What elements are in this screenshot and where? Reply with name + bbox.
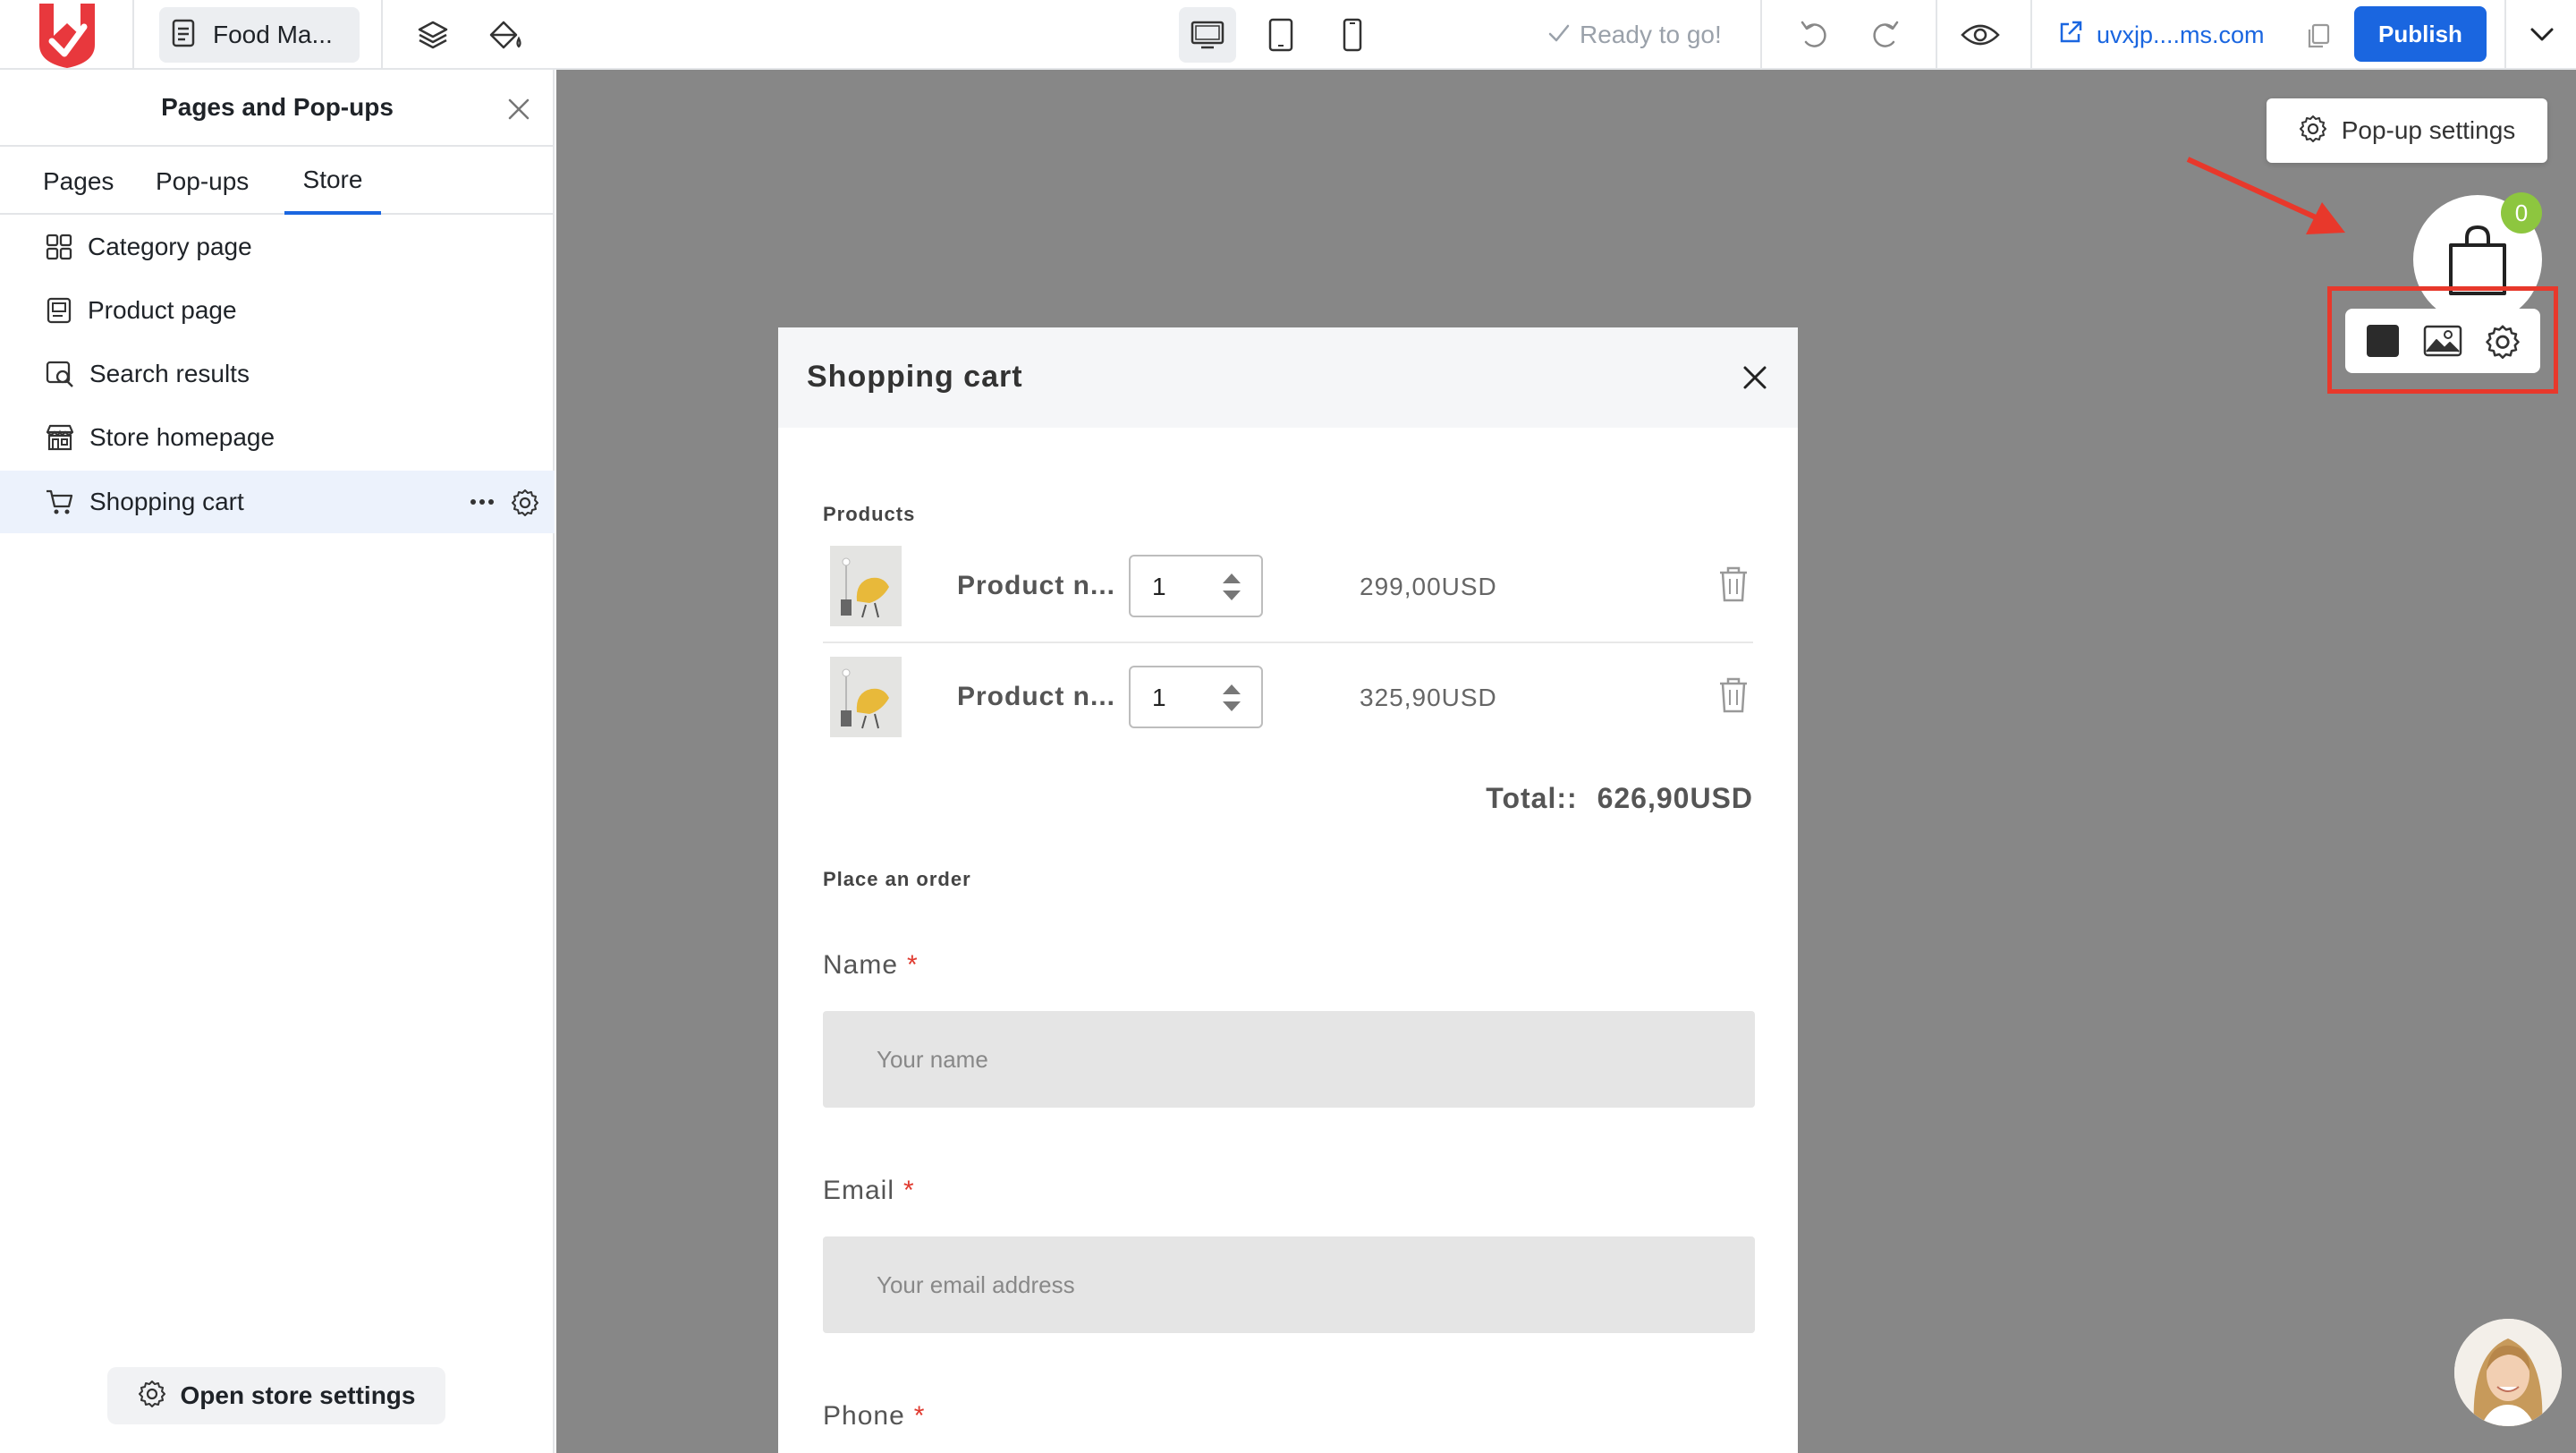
trash-icon[interactable] (1717, 565, 1750, 603)
pages-sidebar: Pages and Pop-ups Pages Pop-ups Store Ca… (0, 70, 555, 1453)
products-label: Products (823, 503, 916, 525)
sidebar-item-label: Store homepage (89, 423, 275, 451)
phone-label: Phone * (823, 1401, 926, 1431)
layers-icon[interactable] (413, 15, 453, 55)
product-price: 299,00USD (1360, 573, 1497, 600)
product-page-icon (47, 297, 72, 324)
quantity-stepper[interactable]: 1 (1129, 666, 1263, 728)
quantity-value: 1 (1152, 573, 1166, 600)
more-options-icon[interactable] (465, 485, 499, 519)
sidebar-item-store-homepage[interactable]: Store homepage (0, 406, 555, 469)
sidebar-item-shopping-cart[interactable]: Shopping cart (0, 471, 555, 533)
cart-total: Total:: 626,90USD (1225, 782, 1753, 815)
close-icon[interactable] (501, 91, 537, 127)
gear-icon (138, 1379, 166, 1414)
check-icon (1547, 21, 1571, 49)
redo-icon[interactable] (1866, 15, 1905, 55)
product-thumbnail (830, 546, 902, 626)
shopping-cart-popup: Shopping cart Products Product n... 1 29… (778, 327, 1798, 1453)
tab-popups[interactable]: Pop-ups (156, 149, 249, 215)
quantity-stepper[interactable]: 1 (1129, 555, 1263, 617)
open-store-settings-label: Open store settings (180, 1381, 416, 1409)
name-input[interactable] (823, 1011, 1755, 1108)
storefront-icon (46, 424, 74, 451)
sidebar-title: Pages and Pop-ups (0, 70, 555, 147)
grid-icon (46, 234, 72, 260)
external-link-icon (2057, 19, 2084, 52)
open-store-settings-button[interactable]: Open store settings (107, 1367, 445, 1424)
name-label: Name * (823, 950, 919, 980)
sidebar-item-product-page[interactable]: Product page (0, 279, 555, 342)
copy-icon[interactable] (2301, 18, 2336, 54)
popup-title: Shopping cart (807, 360, 1023, 394)
stepper-arrows-icon[interactable] (1220, 680, 1243, 716)
desktop-view-icon[interactable] (1179, 7, 1236, 63)
product-price: 325,90USD (1360, 684, 1497, 711)
email-input[interactable] (823, 1236, 1755, 1333)
popup-header: Shopping cart (778, 327, 1798, 428)
mobile-view-icon[interactable] (1335, 13, 1370, 57)
sidebar-item-label: Shopping cart (89, 488, 244, 515)
save-status-text: Ready to go! (1580, 21, 1722, 48)
sidebar-item-search-results[interactable]: Search results (0, 343, 555, 405)
product-name[interactable]: Product n... (957, 571, 1115, 601)
total-value: 626,90USD (1597, 782, 1753, 814)
page-selector[interactable]: Food Ma... (159, 7, 360, 63)
search-results-icon (46, 361, 73, 387)
support-chat-avatar[interactable] (2454, 1319, 2562, 1426)
total-label: Total:: (1486, 782, 1578, 814)
sidebar-item-label: Search results (89, 360, 250, 387)
cart-count-badge: 0 (2501, 192, 2542, 234)
tab-store[interactable]: Store (284, 149, 381, 215)
cart-icon (47, 489, 73, 514)
save-status: Ready to go! (1547, 16, 1722, 54)
stepper-arrows-icon[interactable] (1220, 569, 1243, 605)
brand-logo[interactable] (30, 0, 104, 70)
quantity-value: 1 (1152, 684, 1166, 711)
popup-settings-label: Pop-up settings (2341, 116, 2516, 144)
paint-bucket-icon[interactable] (483, 15, 526, 55)
close-icon[interactable] (1737, 360, 1773, 395)
sidebar-item-category-page[interactable]: Category page (0, 216, 555, 278)
place-order-label: Place an order (823, 868, 971, 890)
chevron-down-icon[interactable] (2522, 16, 2562, 54)
preview-eye-icon[interactable] (1957, 15, 2004, 55)
top-bar: Food Ma... Ready to go! uvxjp....ms.com (0, 0, 2576, 70)
annotation-highlight-box (2327, 286, 2558, 394)
sidebar-item-label: Category page (88, 233, 252, 260)
annotation-arrow (2186, 157, 2345, 234)
sidebar-item-label: Product page (88, 296, 237, 324)
product-name[interactable]: Product n... (957, 682, 1115, 712)
cart-row: Product n... 1 299,00USD (823, 531, 1753, 641)
gear-icon[interactable] (508, 485, 542, 519)
gear-icon (2299, 114, 2327, 149)
product-thumbnail (830, 657, 902, 737)
tablet-view-icon[interactable] (1261, 13, 1301, 57)
site-link[interactable]: uvxjp....ms.com (2057, 16, 2265, 54)
page-icon (172, 19, 195, 52)
site-link-text: uvxjp....ms.com (2097, 21, 2265, 48)
trash-icon[interactable] (1717, 676, 1750, 714)
publish-button[interactable]: Publish (2354, 6, 2487, 62)
cart-row: Product n... 1 325,90USD (823, 642, 1753, 752)
undo-icon[interactable] (1794, 15, 1834, 55)
tab-pages[interactable]: Pages (43, 149, 114, 215)
page-selector-label: Food Ma... (213, 21, 333, 48)
email-label: Email * (823, 1176, 915, 1205)
sidebar-tabs: Pages Pop-ups Store (0, 149, 555, 215)
